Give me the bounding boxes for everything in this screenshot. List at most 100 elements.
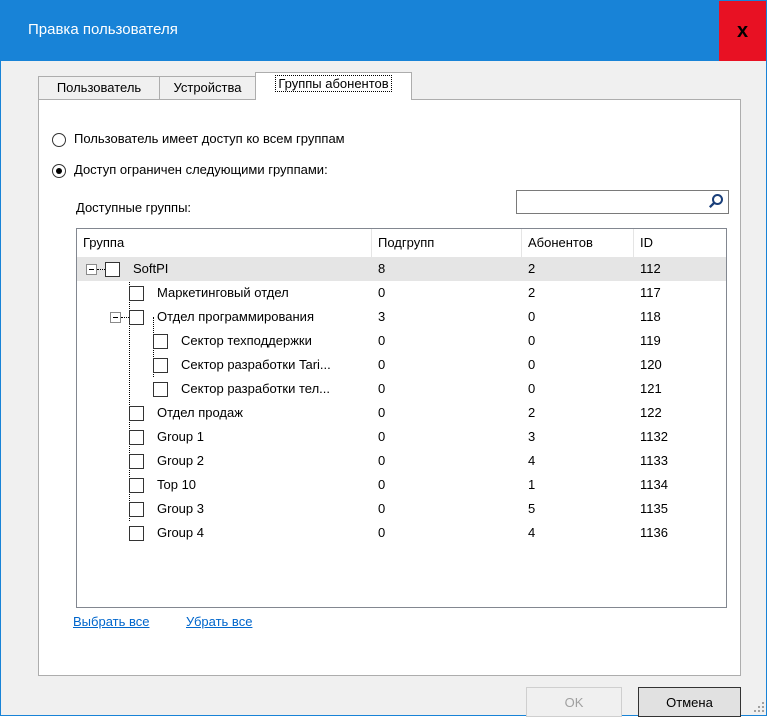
- subscribers-count: 0: [528, 381, 536, 396]
- subscribers-count: 5: [528, 501, 536, 516]
- table-row[interactable]: Сектор разработки Tari... 0 0 120: [77, 353, 726, 377]
- table-row[interactable]: Group 4 0 4 1136: [77, 521, 726, 545]
- dialog-window: Правка пользователя x Пользователь Устро…: [0, 0, 767, 717]
- group-name: Маркетинговый отдел: [157, 285, 289, 300]
- close-button[interactable]: x: [719, 1, 766, 61]
- tab-user-label: Пользователь: [56, 80, 142, 95]
- group-id: 119: [640, 333, 661, 348]
- subgroups-count: 8: [378, 261, 386, 276]
- title-bar: Правка пользователя x: [1, 1, 766, 61]
- select-all-link[interactable]: Выбрать все: [73, 614, 149, 629]
- subscribers-count: 0: [528, 333, 536, 348]
- tab-user[interactable]: Пользователь: [38, 76, 160, 99]
- column-header-id[interactable]: ID: [634, 229, 726, 257]
- groups-table[interactable]: Группа Подгрупп Абонентов ID SoftPI 8 2 …: [76, 228, 727, 608]
- tab-subscriber-groups-label: Группы абонентов: [275, 75, 392, 92]
- search-input[interactable]: [516, 190, 729, 214]
- subscribers-count: 3: [528, 429, 536, 444]
- row-checkbox[interactable]: [129, 526, 144, 541]
- table-row[interactable]: Top 10 0 1 1134: [77, 473, 726, 497]
- group-name: Сектор техподдержки: [181, 333, 312, 348]
- group-id: 1133: [640, 453, 668, 468]
- subscribers-count: 4: [528, 525, 536, 540]
- tab-subscriber-groups[interactable]: Группы абонентов: [255, 72, 412, 100]
- subscribers-count: 0: [528, 357, 536, 372]
- group-name: Group 2: [157, 453, 204, 468]
- subgroups-count: 0: [378, 453, 386, 468]
- subgroups-count: 0: [378, 285, 386, 300]
- row-checkbox[interactable]: [153, 334, 168, 349]
- group-id: 1136: [640, 525, 668, 540]
- group-name: Group 3: [157, 501, 204, 516]
- column-header-subgroups[interactable]: Подгрупп: [372, 229, 522, 257]
- group-id: 1132: [640, 429, 668, 444]
- subgroups-count: 0: [378, 333, 386, 348]
- subgroups-count: 0: [378, 429, 386, 444]
- group-id: 117: [640, 285, 661, 300]
- row-checkbox[interactable]: [153, 358, 168, 373]
- table-row[interactable]: Group 3 0 5 1135: [77, 497, 726, 521]
- tab-devices[interactable]: Устройства: [159, 76, 256, 99]
- group-name: Сектор разработки тел...: [181, 381, 330, 396]
- group-id: 122: [640, 405, 662, 420]
- table-row[interactable]: Сектор разработки тел... 0 0 121: [77, 377, 726, 401]
- window-title: Правка пользователя: [28, 21, 178, 38]
- radio-limited-groups-label: Доступ ограничен следующими группами:: [74, 162, 328, 177]
- radio-limited-groups-button[interactable]: [52, 164, 66, 178]
- row-checkbox[interactable]: [129, 286, 144, 301]
- table-row[interactable]: Сектор техподдержки 0 0 119: [77, 329, 726, 353]
- table-row[interactable]: Маркетинговый отдел 0 2 117: [77, 281, 726, 305]
- table-header: Группа Подгрупп Абонентов ID: [77, 229, 726, 257]
- available-groups-label: Доступные группы:: [76, 200, 192, 215]
- group-name: SoftPI: [133, 261, 169, 276]
- group-name: Отдел продаж: [157, 405, 243, 420]
- collapse-icon[interactable]: [86, 264, 97, 275]
- subgroups-count: 0: [378, 477, 386, 492]
- row-checkbox[interactable]: [129, 502, 144, 517]
- row-checkbox[interactable]: [129, 430, 144, 445]
- subscribers-count: 1: [528, 477, 536, 492]
- subscribers-count: 2: [528, 261, 536, 276]
- resize-grip-icon[interactable]: [753, 701, 765, 713]
- subgroups-count: 0: [378, 357, 386, 372]
- group-name: Отдел программирования: [157, 309, 314, 324]
- group-name: Group 4: [157, 525, 204, 540]
- subgroups-count: 0: [378, 501, 386, 516]
- subscribers-count: 2: [528, 285, 536, 300]
- row-checkbox[interactable]: [105, 262, 120, 277]
- radio-all-groups-label: Пользователь имеет доступ ко всем группа…: [74, 131, 345, 146]
- table-row[interactable]: Отдел продаж 0 2 122: [77, 401, 726, 425]
- subscribers-count: 2: [528, 405, 536, 420]
- group-name: Сектор разработки Tari...: [181, 357, 331, 372]
- close-icon: x: [736, 20, 749, 42]
- row-checkbox[interactable]: [129, 478, 144, 493]
- row-checkbox[interactable]: [129, 454, 144, 469]
- groups-panel: Пользователь имеет доступ ко всем группа…: [38, 99, 741, 676]
- subscribers-count: 4: [528, 453, 536, 468]
- group-name: Top 10: [157, 477, 197, 492]
- group-id: 118: [640, 309, 661, 324]
- search-icon[interactable]: [708, 193, 724, 209]
- radio-all-groups-button[interactable]: [52, 133, 66, 147]
- table-row[interactable]: Group 1 0 3 1132: [77, 425, 726, 449]
- row-checkbox[interactable]: [153, 382, 168, 397]
- group-name: Group 1: [157, 429, 204, 444]
- group-id: 112: [640, 261, 661, 276]
- table-row[interactable]: Отдел программирования 3 0 118: [77, 305, 726, 329]
- table-row[interactable]: SoftPI 8 2 112: [77, 257, 726, 281]
- table-row[interactable]: Group 2 0 4 1133: [77, 449, 726, 473]
- column-header-group[interactable]: Группа: [77, 229, 372, 257]
- subgroups-count: 0: [378, 525, 386, 540]
- cancel-button[interactable]: Отмена: [638, 687, 741, 717]
- row-checkbox[interactable]: [129, 310, 144, 325]
- group-id: 120: [640, 357, 662, 372]
- ok-button[interactable]: OK: [526, 687, 622, 717]
- group-id: 1134: [640, 477, 668, 492]
- column-header-subscribers[interactable]: Абонентов: [522, 229, 634, 257]
- collapse-icon[interactable]: [110, 312, 121, 323]
- subgroups-count: 3: [378, 309, 386, 324]
- row-checkbox[interactable]: [129, 406, 144, 421]
- group-id: 1135: [640, 501, 668, 516]
- deselect-all-link[interactable]: Убрать все: [186, 614, 252, 629]
- subscribers-count: 0: [528, 309, 536, 324]
